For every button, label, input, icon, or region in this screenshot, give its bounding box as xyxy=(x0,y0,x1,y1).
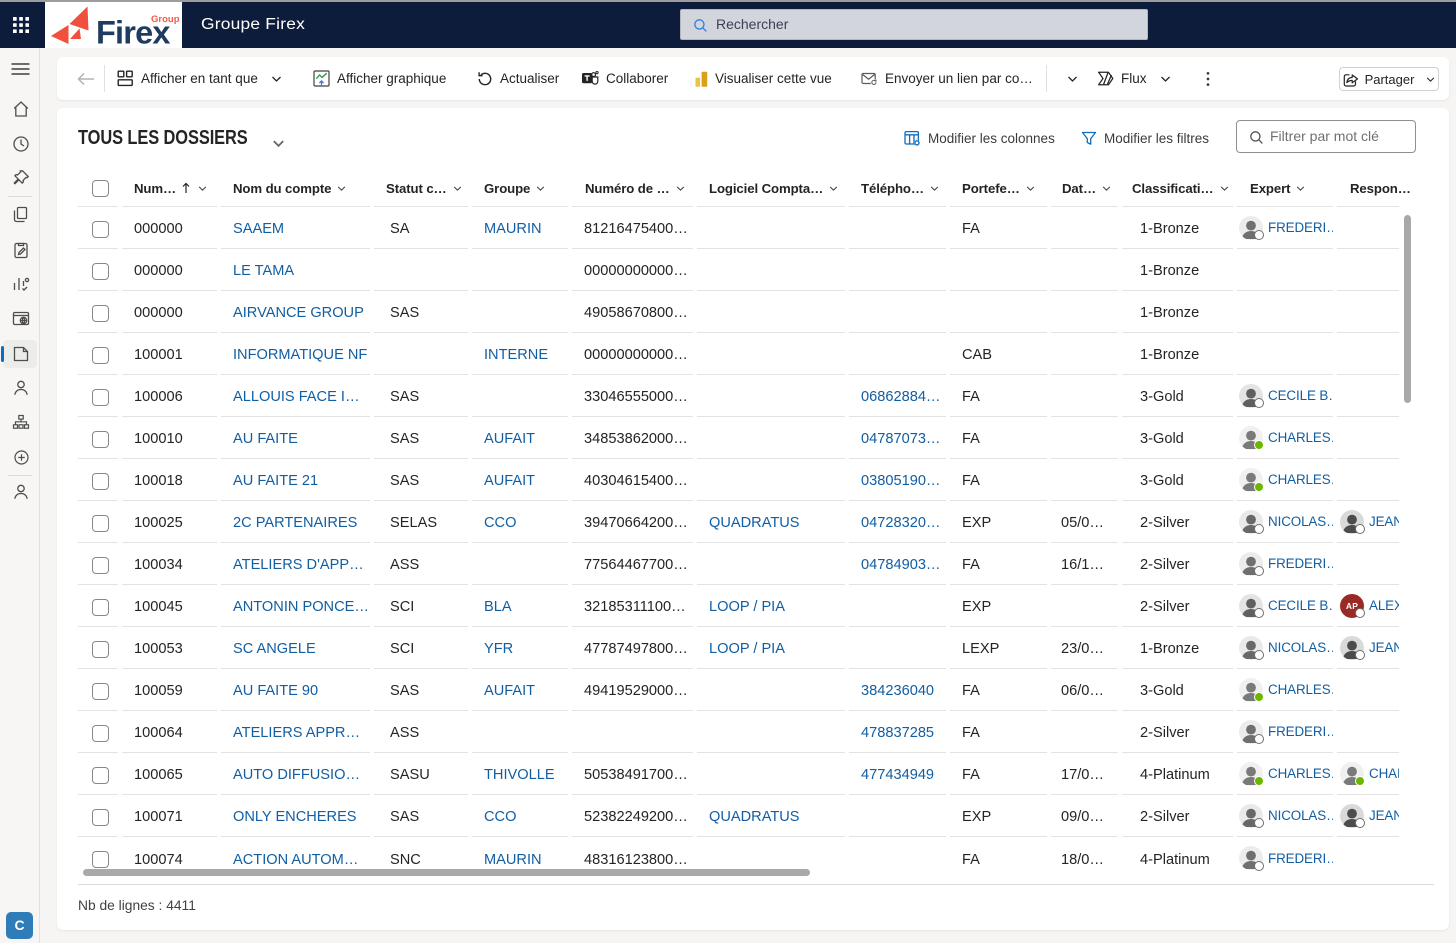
svg-text:Group: Group xyxy=(151,14,180,25)
